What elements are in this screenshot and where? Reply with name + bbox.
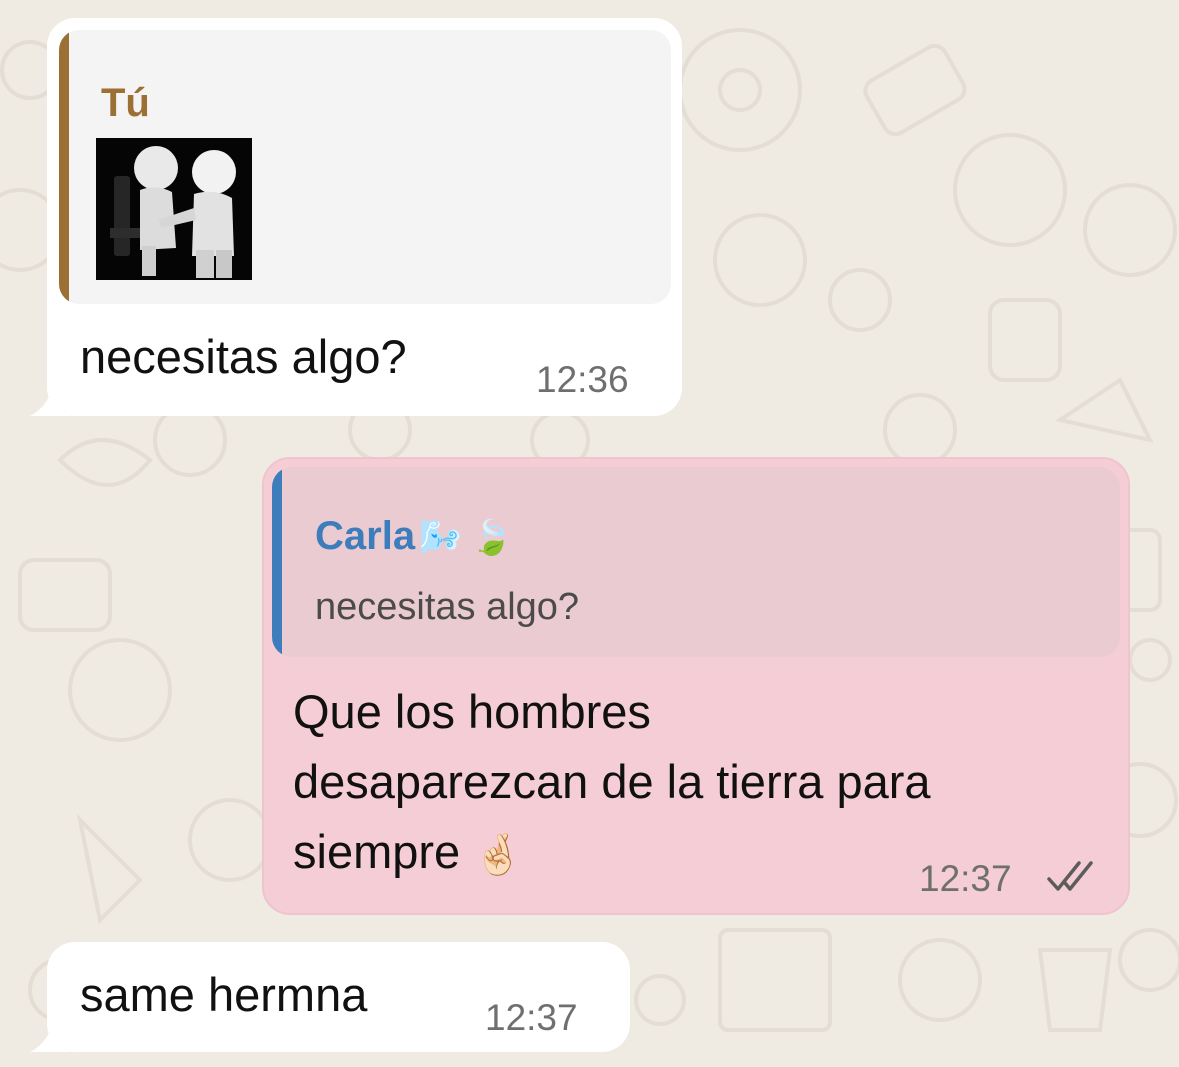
quote-accent-bar bbox=[272, 467, 282, 657]
quote-author-carla: Carla 🌬️ 🍃 bbox=[315, 513, 513, 561]
message-text: necesitas algo? bbox=[80, 330, 407, 383]
message-line: desaparezcan de la tierra para bbox=[293, 755, 931, 808]
incoming-message-1[interactable]: Tú necesitas algo? 12:36 bbox=[47, 18, 682, 416]
incoming-message-2[interactable]: same hermna 12:37 bbox=[47, 942, 630, 1052]
quote-author-name: Carla bbox=[315, 514, 416, 558]
quote-author-you: Tú bbox=[101, 81, 150, 125]
quoted-reply[interactable]: Carla 🌬️ 🍃 necesitas algo? bbox=[272, 467, 1120, 657]
message-time: 12:36 bbox=[536, 359, 629, 400]
quote-text: necesitas algo? bbox=[315, 586, 580, 628]
message-line: Que los hombres bbox=[293, 685, 651, 738]
double-check-icon bbox=[1045, 859, 1105, 900]
message-word: siempre bbox=[293, 825, 461, 878]
quoted-reply[interactable]: Tú bbox=[59, 30, 671, 304]
message-time: 12:37 bbox=[485, 997, 578, 1038]
outgoing-message[interactable]: Carla 🌬️ 🍃 necesitas algo? Que los hombre… bbox=[262, 457, 1130, 915]
wind-leaf-emoji: 🌬️ 🍃 bbox=[419, 519, 514, 557]
two-figures-consoling-image[interactable] bbox=[96, 138, 252, 280]
quote-accent-bar bbox=[59, 30, 69, 304]
message-time: 12:37 bbox=[919, 858, 1012, 899]
message-text: same hermna bbox=[80, 968, 368, 1021]
crossed-fingers-emoji: 🤞🏻 bbox=[473, 833, 524, 877]
